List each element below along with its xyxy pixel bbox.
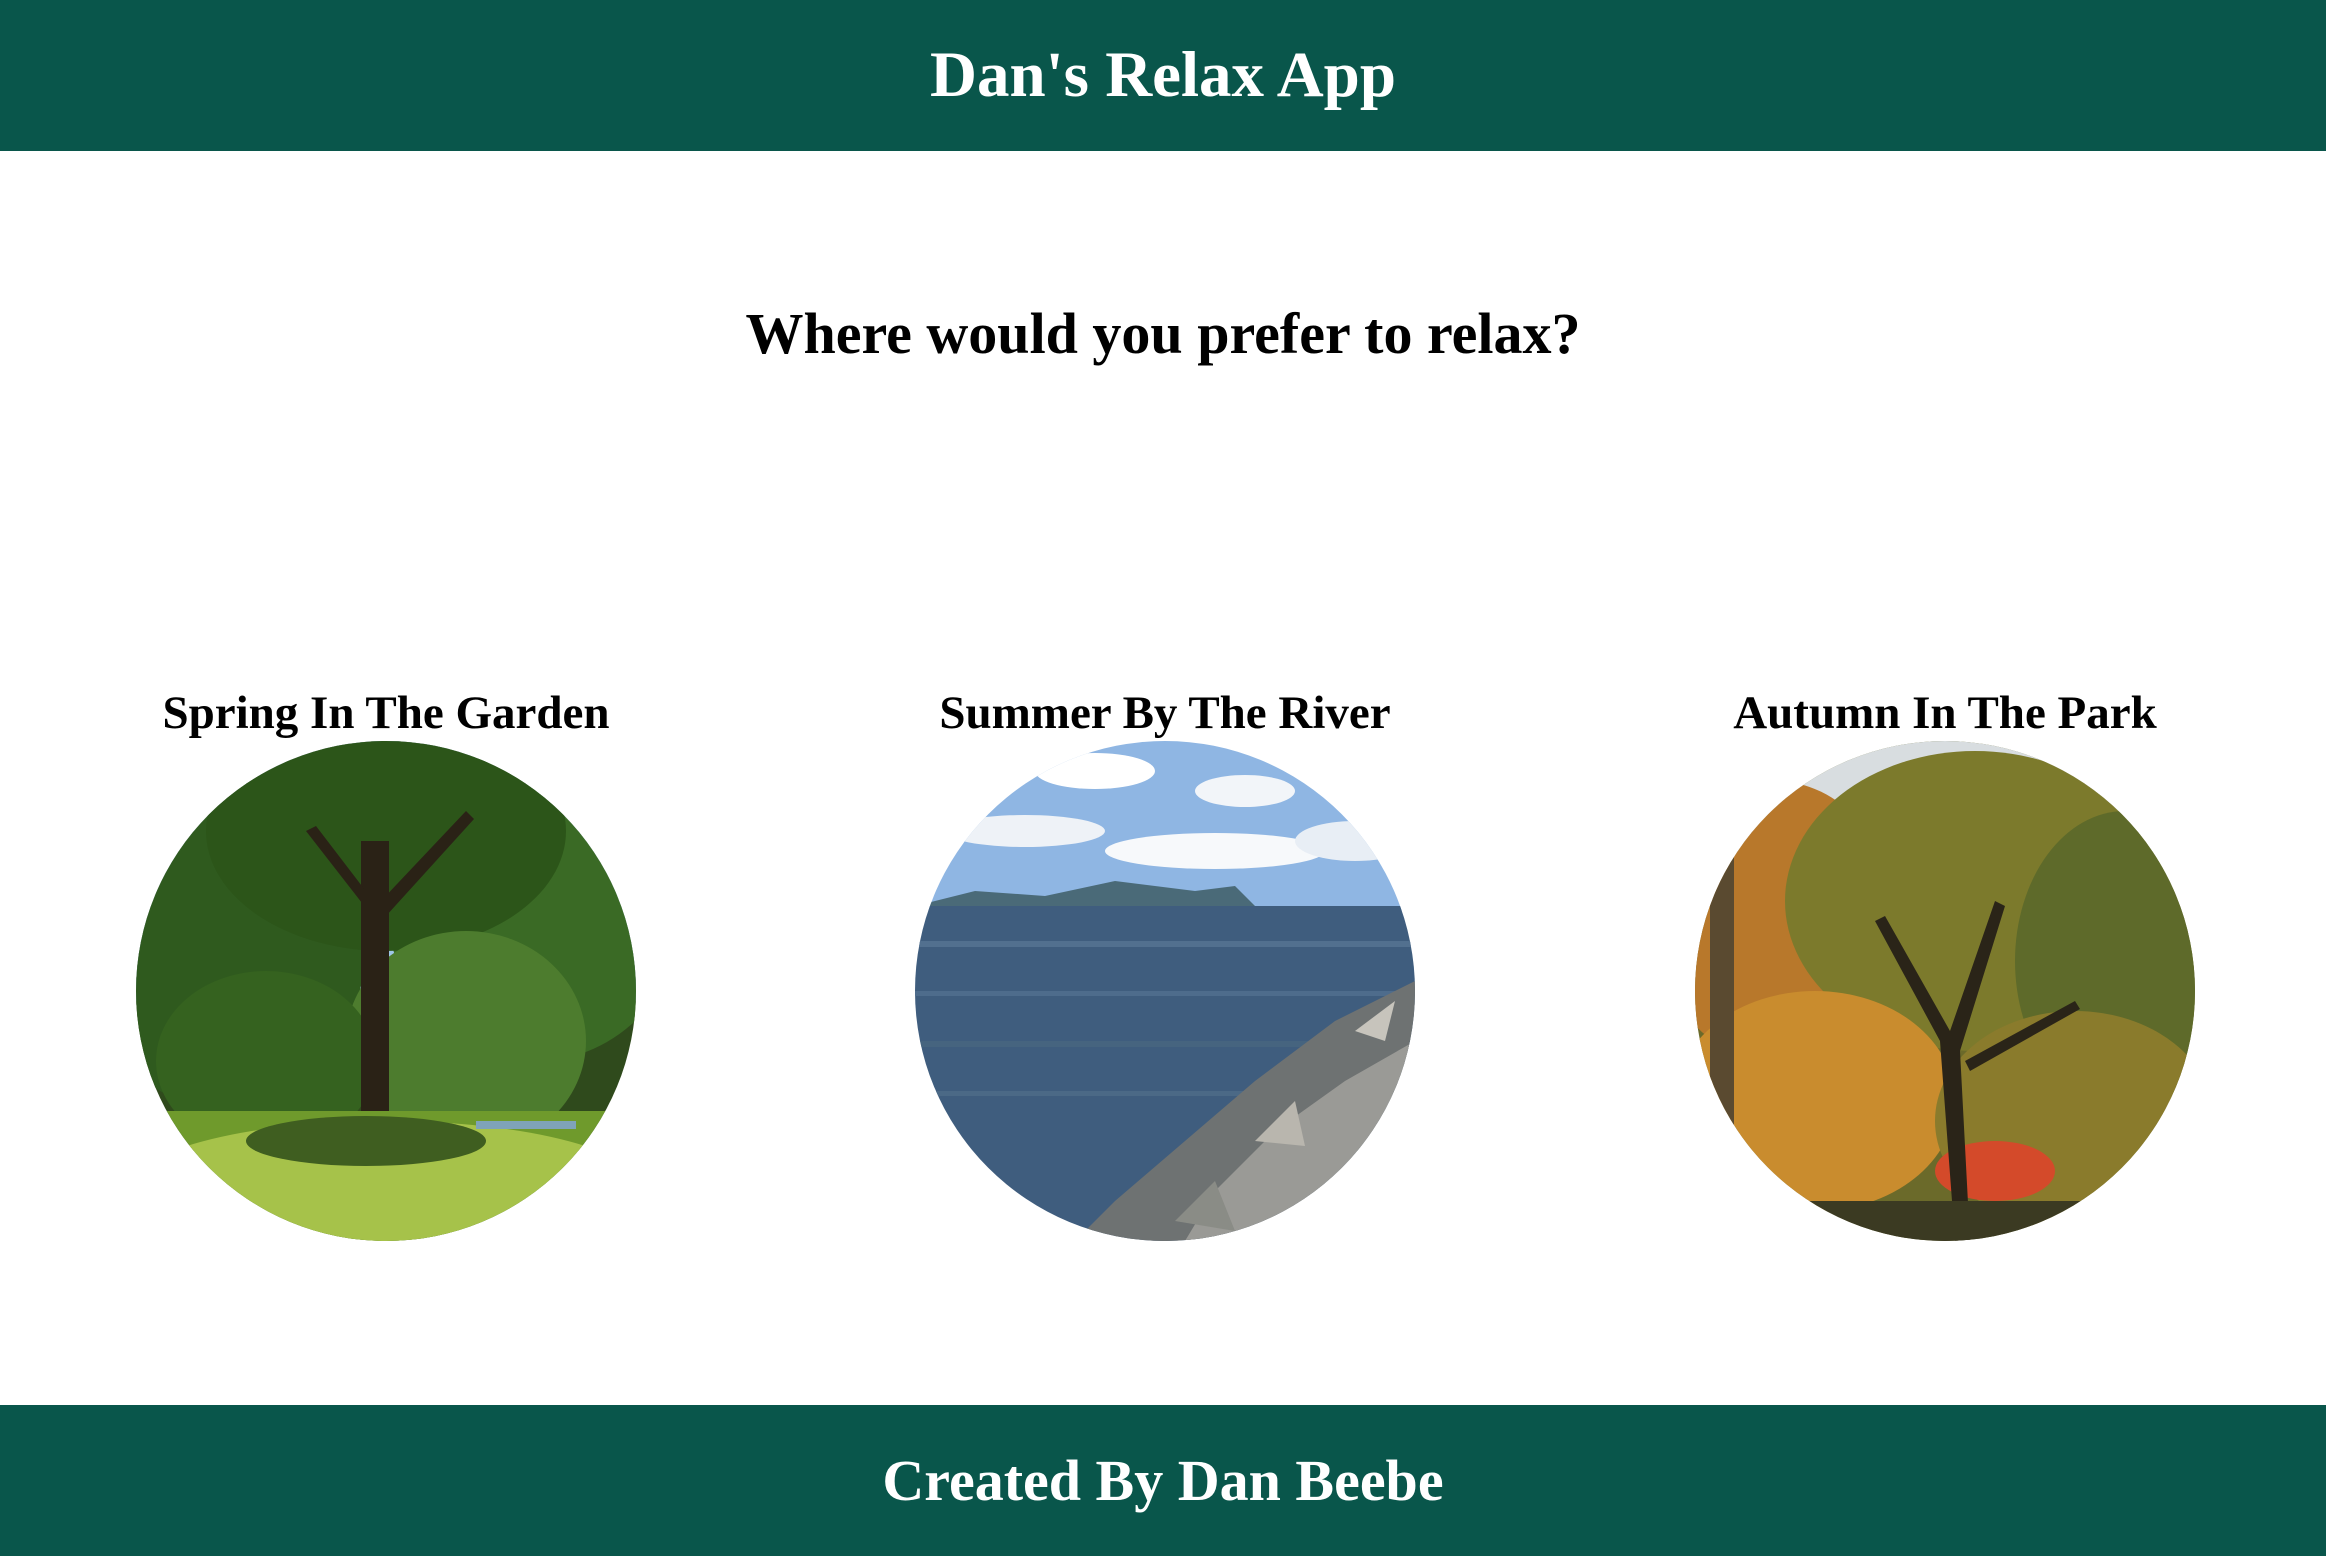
- summer-river-image[interactable]: [915, 741, 1415, 1241]
- option-card-spring[interactable]: Spring In The Garden: [126, 685, 646, 1241]
- option-title-autumn: Autumn In The Park: [1733, 687, 2157, 739]
- spring-garden-image[interactable]: [136, 741, 636, 1241]
- app-title: Dan's Relax App: [930, 39, 1396, 111]
- app-header: Dan's Relax App: [0, 0, 2326, 151]
- app-footer: Created By Dan Beebe: [0, 1405, 2326, 1556]
- autumn-park-image[interactable]: [1695, 741, 2195, 1241]
- option-title-summer: Summer By The River: [939, 687, 1391, 739]
- page-question: Where would you prefer to relax?: [745, 301, 1581, 366]
- footer-credit: Created By Dan Beebe: [882, 1448, 1444, 1513]
- option-title-spring: Spring In The Garden: [162, 687, 610, 739]
- option-card-autumn[interactable]: Autumn In The Park: [1685, 685, 2205, 1241]
- option-card-summer[interactable]: Summer By The River: [905, 685, 1425, 1241]
